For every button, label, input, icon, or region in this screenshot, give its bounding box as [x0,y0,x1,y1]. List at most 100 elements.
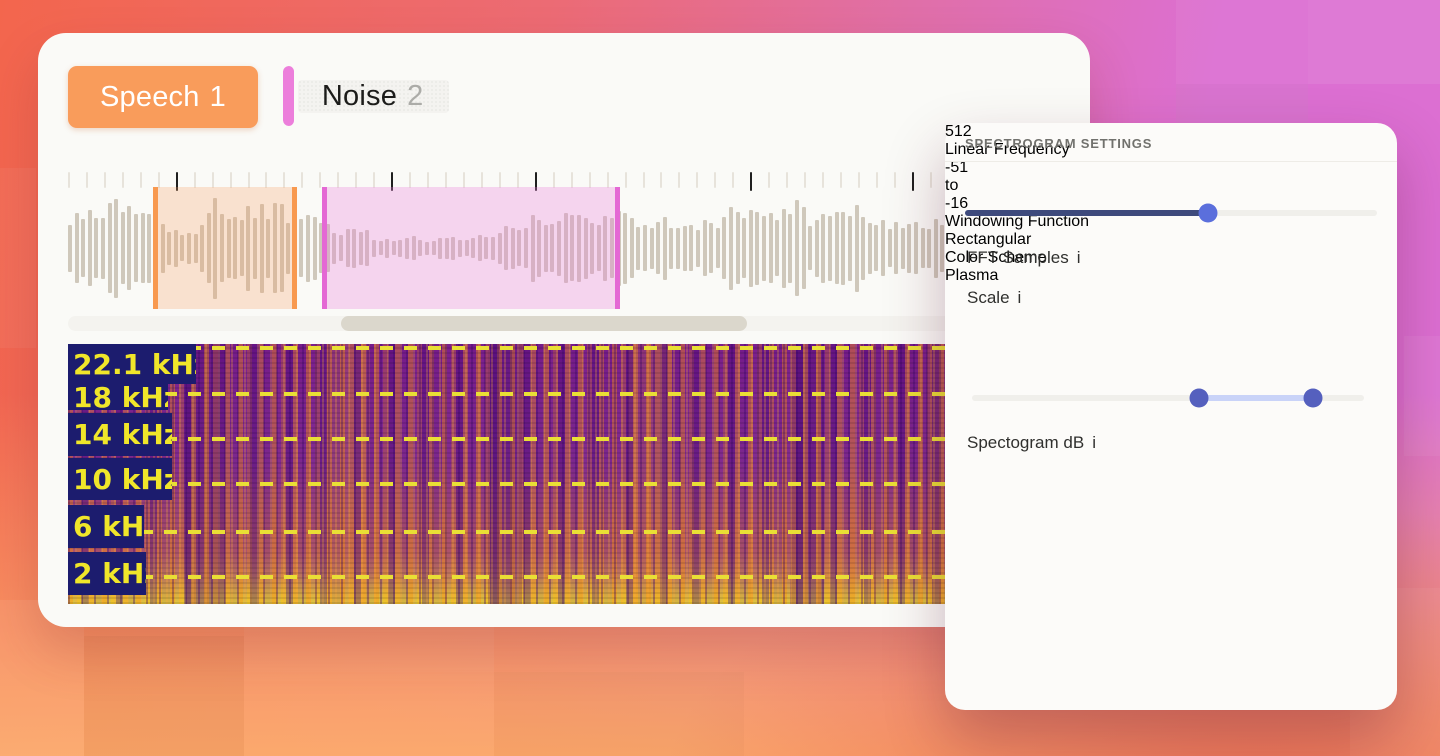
waveform-bar [749,210,753,287]
selection-region-speech[interactable] [153,187,297,309]
waveform-bar [643,225,647,271]
waveform-bar [636,227,640,270]
waveform-bar [901,228,905,269]
waveform-bar [663,217,667,280]
ruler-tick [427,172,429,188]
freq-label: 22.1 kHz [68,344,196,384]
ruler-tick [607,172,609,188]
db-range-slider[interactable] [972,395,1364,401]
freq-label: 2 kHz [68,552,146,595]
track-label-speech[interactable]: Speech 1 [68,66,258,128]
ruler-tick [589,172,591,188]
waveform-bar [736,212,740,284]
ruler-tick [912,172,914,191]
info-icon[interactable]: i [1092,433,1096,453]
waveform-bar [855,205,859,292]
info-icon[interactable]: i [1077,248,1081,268]
ruler-tick [732,172,734,188]
ruler-tick [894,172,896,188]
scrollbar-thumb[interactable] [341,316,747,331]
spectrogram-settings-panel: SPECTROGRAM SETTINGS FFT Samples i 512 S… [945,123,1397,710]
panel-title: SPECTROGRAM SETTINGS [965,136,1152,151]
waveform-area[interactable] [68,193,1058,303]
ruler-tick [373,172,375,188]
ruler-tick [750,172,752,191]
color-scheme-select[interactable]: Plasma [945,267,1397,285]
freq-gridline [68,530,1058,534]
ruler-tick [840,172,842,188]
zoom-slider-handle[interactable] [1199,204,1218,223]
fft-samples-label-text: FFT Samples [967,248,1069,268]
ruler-tick [678,172,680,188]
info-icon[interactable]: i [1018,288,1022,308]
waveform-bar [914,222,918,274]
ruler-tick [625,172,627,188]
spectrogram-db-label-text: Spectogram dB [967,433,1084,453]
waveform-bar [669,228,673,269]
waveform-bar [306,215,310,282]
track-label-speech-number: 1 [210,81,226,114]
waveform-bar [729,207,733,290]
freq-label: 6 kHz [68,505,144,548]
waveform-bar [835,212,839,284]
ruler-tick [822,172,824,188]
waveform-bar [94,218,98,278]
waveform-bar [775,220,779,276]
freq-label: 10 kHz [68,458,172,500]
mosaic-tile [1404,336,1440,456]
waveform-bar [299,219,303,277]
spectrogram-db-label: Spectogram dB i [967,433,1096,453]
waveform-bar [689,225,693,271]
waveform-bar [650,228,654,269]
db-range-fill [1199,395,1313,401]
ruler-tick [158,172,160,188]
ruler-tick [337,172,339,188]
track-label-noise[interactable]: Noise 2 [283,66,450,126]
waveform-bar [683,226,687,271]
waveform-bar [141,213,145,283]
windowing-function-select[interactable]: Rectangular [945,231,1397,249]
selection-region-noise[interactable] [322,187,620,309]
track-label-speech-name: Speech [100,81,200,114]
waveform-bar [127,206,131,290]
waveform-bar [630,218,634,278]
freq-gridline [68,482,1058,486]
ruler-tick [194,172,196,188]
spectrogram[interactable]: 22.1 kHz18 kHz14 kHz10 kHz6 kHz2 kHz [68,344,1058,604]
waveform-bar [88,210,92,286]
mosaic-tile [84,636,244,756]
ruler-tick [319,172,321,188]
db-high-value: -16 [945,195,968,212]
waveform-bar [656,222,660,274]
db-range-handle-high[interactable] [1304,389,1323,408]
waveform-bar [722,217,726,279]
scale-label: Scale i [967,288,1021,308]
freq-label: 18 kHz [68,384,168,410]
waveform-bar [921,228,925,268]
fft-samples-label: FFT Samples i [967,248,1081,268]
ruler-tick [355,172,357,188]
waveform-bar [755,212,759,285]
ruler-tick [643,172,645,188]
ruler-tick [858,172,860,188]
zoom-slider[interactable] [965,210,1377,216]
waveform-bar [709,223,713,273]
ruler-tick [768,172,770,188]
waveform-bar [788,214,792,283]
ruler-tick [140,172,142,188]
ruler-tick [409,172,411,188]
ruler-tick [553,172,555,188]
waveform-bar [108,203,112,293]
ruler-tick [104,172,106,188]
horizontal-scrollbar[interactable] [68,316,1058,331]
db-range-handle-low[interactable] [1190,389,1209,408]
ruler-tick [481,172,483,188]
ruler-tick [122,172,124,188]
ruler-tick [212,172,214,188]
track-label-noise-name: Noise [322,80,397,113]
waveform-bar [121,212,125,284]
ruler-tick [248,172,250,188]
ruler-tick [930,172,932,188]
waveform-bar [888,229,892,267]
ruler-tick [696,172,698,188]
